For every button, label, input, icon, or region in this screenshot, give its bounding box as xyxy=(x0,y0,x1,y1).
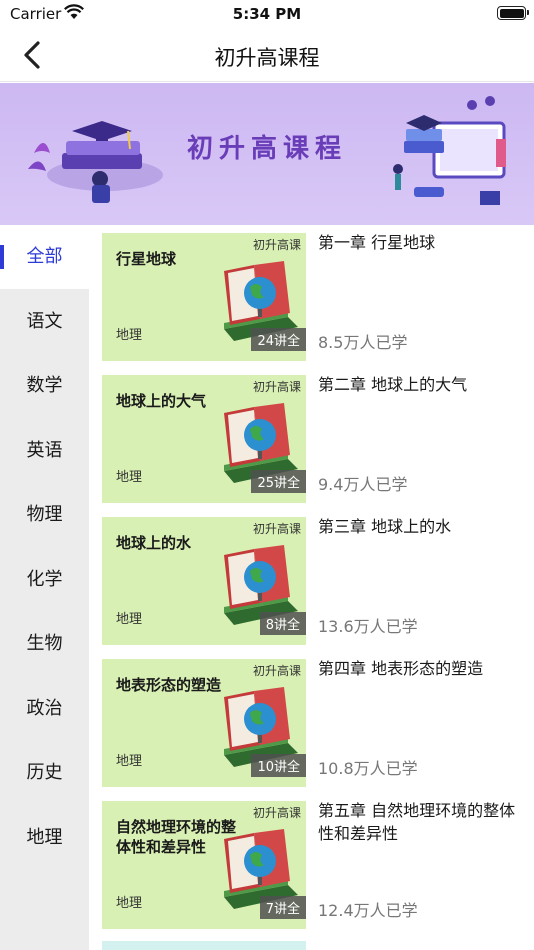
learner-count: 8.5万人已学 xyxy=(318,333,408,352)
course-subject: 地理 xyxy=(116,896,143,911)
lecture-count-badge: 25讲全 xyxy=(251,470,306,493)
course-thumbnail: 初升高课 自然地理环境的整体性和差异性 地理 7讲全 xyxy=(102,801,306,929)
course-thumbnail: 初升高课 地球上的水 地理 8讲全 xyxy=(102,517,306,645)
battery-icon xyxy=(497,6,529,20)
course-tag: 初升高课 xyxy=(252,238,301,252)
course-card[interactable]: 初升高课 地球上的大气 地理 25讲全 第二章 地球上的大气 9.4万人已学 xyxy=(89,367,534,503)
sidebar-item-history[interactable]: 历史 xyxy=(0,741,89,805)
category-sidebar: 全部 语文 数学 英语 物理 化学 生物 政治 历史 地理 xyxy=(0,225,89,950)
course-subject: 地理 xyxy=(116,612,143,627)
sidebar-item-all[interactable]: 全部 xyxy=(0,225,89,289)
sidebar-item-english[interactable]: 英语 xyxy=(0,419,89,483)
course-card-partial[interactable] xyxy=(102,941,306,950)
course-card[interactable]: 初升高课 地球上的水 地理 8讲全 第三章 地球上的水 13.6万人已学 xyxy=(89,509,534,645)
learner-count: 12.4万人已学 xyxy=(318,901,418,920)
lecture-count-badge: 7讲全 xyxy=(259,896,306,919)
clock: 5:34 PM xyxy=(232,5,302,23)
course-card[interactable]: 初升高课 行星地球 地理 24讲全 第一章 行星地球 8.5万人已学 xyxy=(89,225,534,361)
learner-count: 9.4万人已学 xyxy=(318,475,408,494)
course-chapter-title: 第四章 地表形态的塑造 xyxy=(318,659,484,678)
sidebar-item-chemistry[interactable]: 化学 xyxy=(0,548,89,612)
learner-count: 13.6万人已学 xyxy=(318,617,418,636)
lecture-count-badge: 10讲全 xyxy=(251,754,306,777)
sidebar-item-geography[interactable]: 地理 xyxy=(0,806,89,870)
course-chapter-title: 第五章 自然地理环境的整体性和差异性 xyxy=(318,801,516,843)
sidebar-item-physics[interactable]: 物理 xyxy=(0,483,89,547)
course-chapter-title: 第二章 地球上的大气 xyxy=(318,375,468,394)
course-tag: 初升高课 xyxy=(252,380,301,394)
course-subject: 地理 xyxy=(116,328,143,343)
lecture-count-badge: 8讲全 xyxy=(259,612,306,635)
banner: 初升高课程 xyxy=(0,83,534,225)
course-chapter-title: 第三章 地球上的水 xyxy=(318,517,452,536)
banner-right-illustration xyxy=(393,96,506,205)
course-card[interactable]: 初升高课 地表形态的塑造 地理 10讲全 第四章 地表形态的塑造 10.8万人已… xyxy=(89,651,534,787)
course-chapter-title: 第一章 行星地球 xyxy=(318,233,436,252)
course-tag: 初升高课 xyxy=(252,806,301,820)
course-tag: 初升高课 xyxy=(252,522,301,536)
page-title: 初升高课程 xyxy=(214,46,320,70)
course-thumbnail: 初升高课 地球上的大气 地理 25讲全 xyxy=(102,375,306,503)
course-subject: 地理 xyxy=(116,754,143,769)
course-tag: 初升高课 xyxy=(252,664,301,678)
status-bar: Carrier 5:34 PM xyxy=(0,0,534,28)
sidebar-item-biology[interactable]: 生物 xyxy=(0,612,89,676)
learner-count: 10.8万人已学 xyxy=(318,759,418,778)
course-list: 初升高课 行星地球 地理 24讲全 第一章 行星地球 8.5万人已学 初升高课 … xyxy=(89,225,534,950)
sidebar-item-chinese[interactable]: 语文 xyxy=(0,290,89,354)
navigation-bar: 初升高课程 xyxy=(0,28,534,82)
course-subject: 地理 xyxy=(116,470,143,485)
course-thumbnail: 初升高课 地表形态的塑造 地理 10讲全 xyxy=(102,659,306,787)
course-thumbnail: 初升高课 行星地球 地理 24讲全 xyxy=(102,233,306,361)
sidebar-item-math[interactable]: 数学 xyxy=(0,354,89,418)
sidebar-item-politics[interactable]: 政治 xyxy=(0,677,89,741)
course-card[interactable]: 初升高课 自然地理环境的整体性和差异性 地理 7讲全 第五章 自然地理环境的整体… xyxy=(89,793,534,929)
lecture-count-badge: 24讲全 xyxy=(251,328,306,351)
